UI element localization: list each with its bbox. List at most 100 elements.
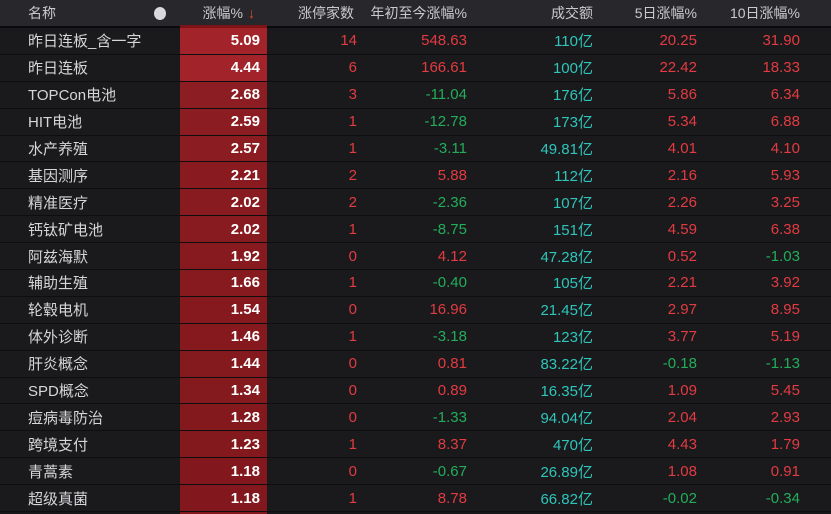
- row-name: 体外诊断: [28, 329, 89, 347]
- row-change-cell: 1.28: [180, 404, 267, 431]
- row-limit-up-count: 1: [348, 489, 357, 507]
- row-10day-change: 3.25: [770, 193, 800, 211]
- row-ytd-change: -12.78: [424, 113, 467, 131]
- row-turnover: 47.28亿: [540, 248, 593, 266]
- row-10day-change: 2.93: [770, 408, 800, 426]
- row-turnover: 110亿: [554, 33, 593, 51]
- row-10day-change: 5.45: [770, 382, 800, 400]
- header-change-label: 涨幅%: [202, 5, 243, 21]
- row-limit-up-count: 1: [348, 140, 357, 157]
- row-5day-change: 1.09: [667, 382, 697, 400]
- row-5day-change: 2.16: [667, 166, 697, 184]
- table-row[interactable]: 辅助生殖 1.66 1 -0.40 105亿 2.21 3.92: [0, 270, 831, 297]
- table-row[interactable]: 阿兹海默 1.92 0 4.12 47.28亿 0.52 -1.03: [0, 243, 831, 271]
- row-10day-change: 4.10: [770, 140, 800, 157]
- row-turnover: 123亿: [552, 329, 593, 347]
- row-10day-change: 18.33: [762, 59, 800, 77]
- table-row[interactable]: 钙钛矿电池 2.02 1 -8.75 151亿 4.59 6.38: [0, 216, 831, 244]
- row-name: 辅助生殖: [28, 275, 89, 293]
- row-ytd-change: 5.88: [437, 166, 467, 184]
- row-limit-up-count: 0: [348, 355, 357, 373]
- row-turnover: 26.89亿: [540, 463, 593, 481]
- row-change-cell: 1.34: [180, 377, 267, 404]
- row-10day-change: -1.03: [765, 247, 800, 265]
- table-row[interactable]: 基因测序 2.21 2 5.88 112亿 2.16 5.93: [0, 162, 831, 190]
- row-limit-up-count: 1: [348, 328, 357, 346]
- table-header: 名称 涨幅% ↓ 涨停家数 年初至今涨幅% 成交额 5日涨幅% 10日涨幅%: [0, 0, 831, 26]
- header-5day-change[interactable]: 5日涨幅%: [593, 3, 697, 23]
- row-ytd-change: 166.61: [421, 59, 467, 77]
- row-name: 昨日连板_含一字: [28, 33, 142, 51]
- table-row[interactable]: 精准医疗 2.02 2 -2.36 107亿 2.26 3.25: [0, 189, 831, 217]
- table-row[interactable]: 肝炎概念 1.44 0 0.81 83.22亿 -0.18 -1.13: [0, 350, 831, 378]
- table-row[interactable]: 轮毂电机 1.54 0 16.96 21.45亿 2.97 8.95: [0, 296, 831, 324]
- row-change-cell: 1.18: [180, 485, 267, 512]
- row-name: 轮毂电机: [28, 302, 89, 320]
- header-ytd-change[interactable]: 年初至今涨幅%: [362, 3, 467, 23]
- row-5day-change: 4.59: [667, 220, 697, 238]
- row-name: 痘病毒防治: [28, 409, 104, 427]
- table-row[interactable]: 昨日连板 4.44 6 166.61 100亿 22.42 18.33: [0, 54, 831, 82]
- table-row[interactable]: HIT电池 2.59 1 -12.78 173亿 5.34 6.88: [0, 108, 831, 136]
- row-ytd-change: -3.18: [432, 328, 467, 346]
- row-10day-change: 8.95: [770, 301, 800, 319]
- row-10day-change: 3.92: [770, 274, 800, 292]
- table-row[interactable]: 昨日连板_含一字 5.09 14 548.63 110亿 20.25 31.90: [0, 28, 831, 55]
- row-name: 超级真菌: [28, 490, 89, 508]
- table-row[interactable]: 跨境支付 1.23 1 8.37 470亿 4.43 1.79: [0, 431, 831, 459]
- row-ytd-change: -0.67: [432, 462, 467, 480]
- row-limit-up-count: 2: [348, 193, 357, 211]
- table-row[interactable]: TOPCon电池 2.68 3 -11.04 176亿 5.86 6.34: [0, 81, 831, 109]
- header-name[interactable]: 名称: [0, 3, 180, 23]
- table-row[interactable]: 体外诊断 1.46 1 -3.18 123亿 3.77 5.19: [0, 323, 831, 351]
- row-ytd-change: 0.89: [437, 382, 467, 400]
- row-10day-change: 5.93: [770, 166, 800, 184]
- row-name: 精准医疗: [28, 194, 89, 212]
- row-10day-change: 1.79: [770, 435, 800, 453]
- row-change-cell: 1.44: [180, 350, 267, 377]
- header-change[interactable]: 涨幅% ↓: [180, 3, 267, 23]
- circle-indicator-icon[interactable]: [154, 7, 166, 20]
- row-name: HIT电池: [28, 114, 83, 132]
- table-row[interactable]: 痘病毒防治 1.28 0 -1.33 94.04亿 2.04 2.93: [0, 404, 831, 432]
- row-name: 青蒿素: [28, 463, 74, 481]
- row-ytd-change: -8.75: [432, 220, 467, 238]
- row-limit-up-count: 1: [348, 220, 357, 238]
- row-limit-up-count: 14: [340, 32, 357, 50]
- row-5day-change: 5.34: [667, 113, 697, 131]
- table-row[interactable]: 超级真菌 1.18 1 8.78 66.82亿 -0.02 -0.34: [0, 485, 831, 513]
- row-turnover: 107亿: [552, 194, 593, 212]
- row-limit-up-count: 1: [348, 274, 357, 292]
- row-name: 水产养殖: [28, 141, 89, 158]
- row-limit-up-count: 3: [348, 86, 357, 104]
- row-10day-change: 31.90: [762, 32, 800, 50]
- row-10day-change: -1.13: [765, 355, 800, 373]
- table-row[interactable]: SPD概念 1.34 0 0.89 16.35亿 1.09 5.45: [0, 377, 831, 405]
- header-turnover[interactable]: 成交额: [467, 3, 593, 23]
- row-change-cell: 1.92: [180, 243, 267, 270]
- sector-ranking-panel: 名称 涨幅% ↓ 涨停家数 年初至今涨幅% 成交额 5日涨幅% 10日涨幅% 昨日…: [0, 0, 831, 514]
- table-row[interactable]: 青蒿素 1.18 0 -0.67 26.89亿 1.08 0.91: [0, 458, 831, 486]
- header-10day-change[interactable]: 10日涨幅%: [697, 3, 800, 23]
- header-limit-up-count[interactable]: 涨停家数: [267, 3, 362, 23]
- row-turnover: 105亿: [552, 275, 593, 293]
- row-ytd-change: -0.40: [432, 274, 467, 292]
- row-ytd-change: -2.36: [432, 193, 467, 211]
- row-limit-up-count: 1: [348, 113, 357, 131]
- row-turnover: 176亿: [552, 87, 593, 105]
- row-change-cell: 1.54: [180, 296, 267, 323]
- table-row[interactable]: 水产养殖 2.57 1 -3.11 49.81亿 4.01 4.10: [0, 135, 831, 163]
- row-limit-up-count: 0: [348, 408, 357, 426]
- row-limit-up-count: 0: [348, 247, 357, 265]
- row-turnover: 66.82亿: [540, 490, 593, 508]
- row-change-cell: 2.21: [180, 162, 267, 189]
- row-change-cell: 2.02: [180, 189, 267, 216]
- row-5day-change: 2.21: [667, 274, 697, 292]
- sector-table-body: 昨日连板_含一字 5.09 14 548.63 110亿 20.25 31.90…: [0, 28, 831, 513]
- row-5day-change: 5.86: [667, 86, 697, 104]
- row-turnover: 100亿: [552, 60, 593, 78]
- row-5day-change: 2.26: [667, 193, 697, 211]
- row-5day-change: -0.18: [662, 355, 697, 373]
- row-5day-change: 2.04: [667, 408, 697, 426]
- row-10day-change: -0.34: [765, 489, 800, 507]
